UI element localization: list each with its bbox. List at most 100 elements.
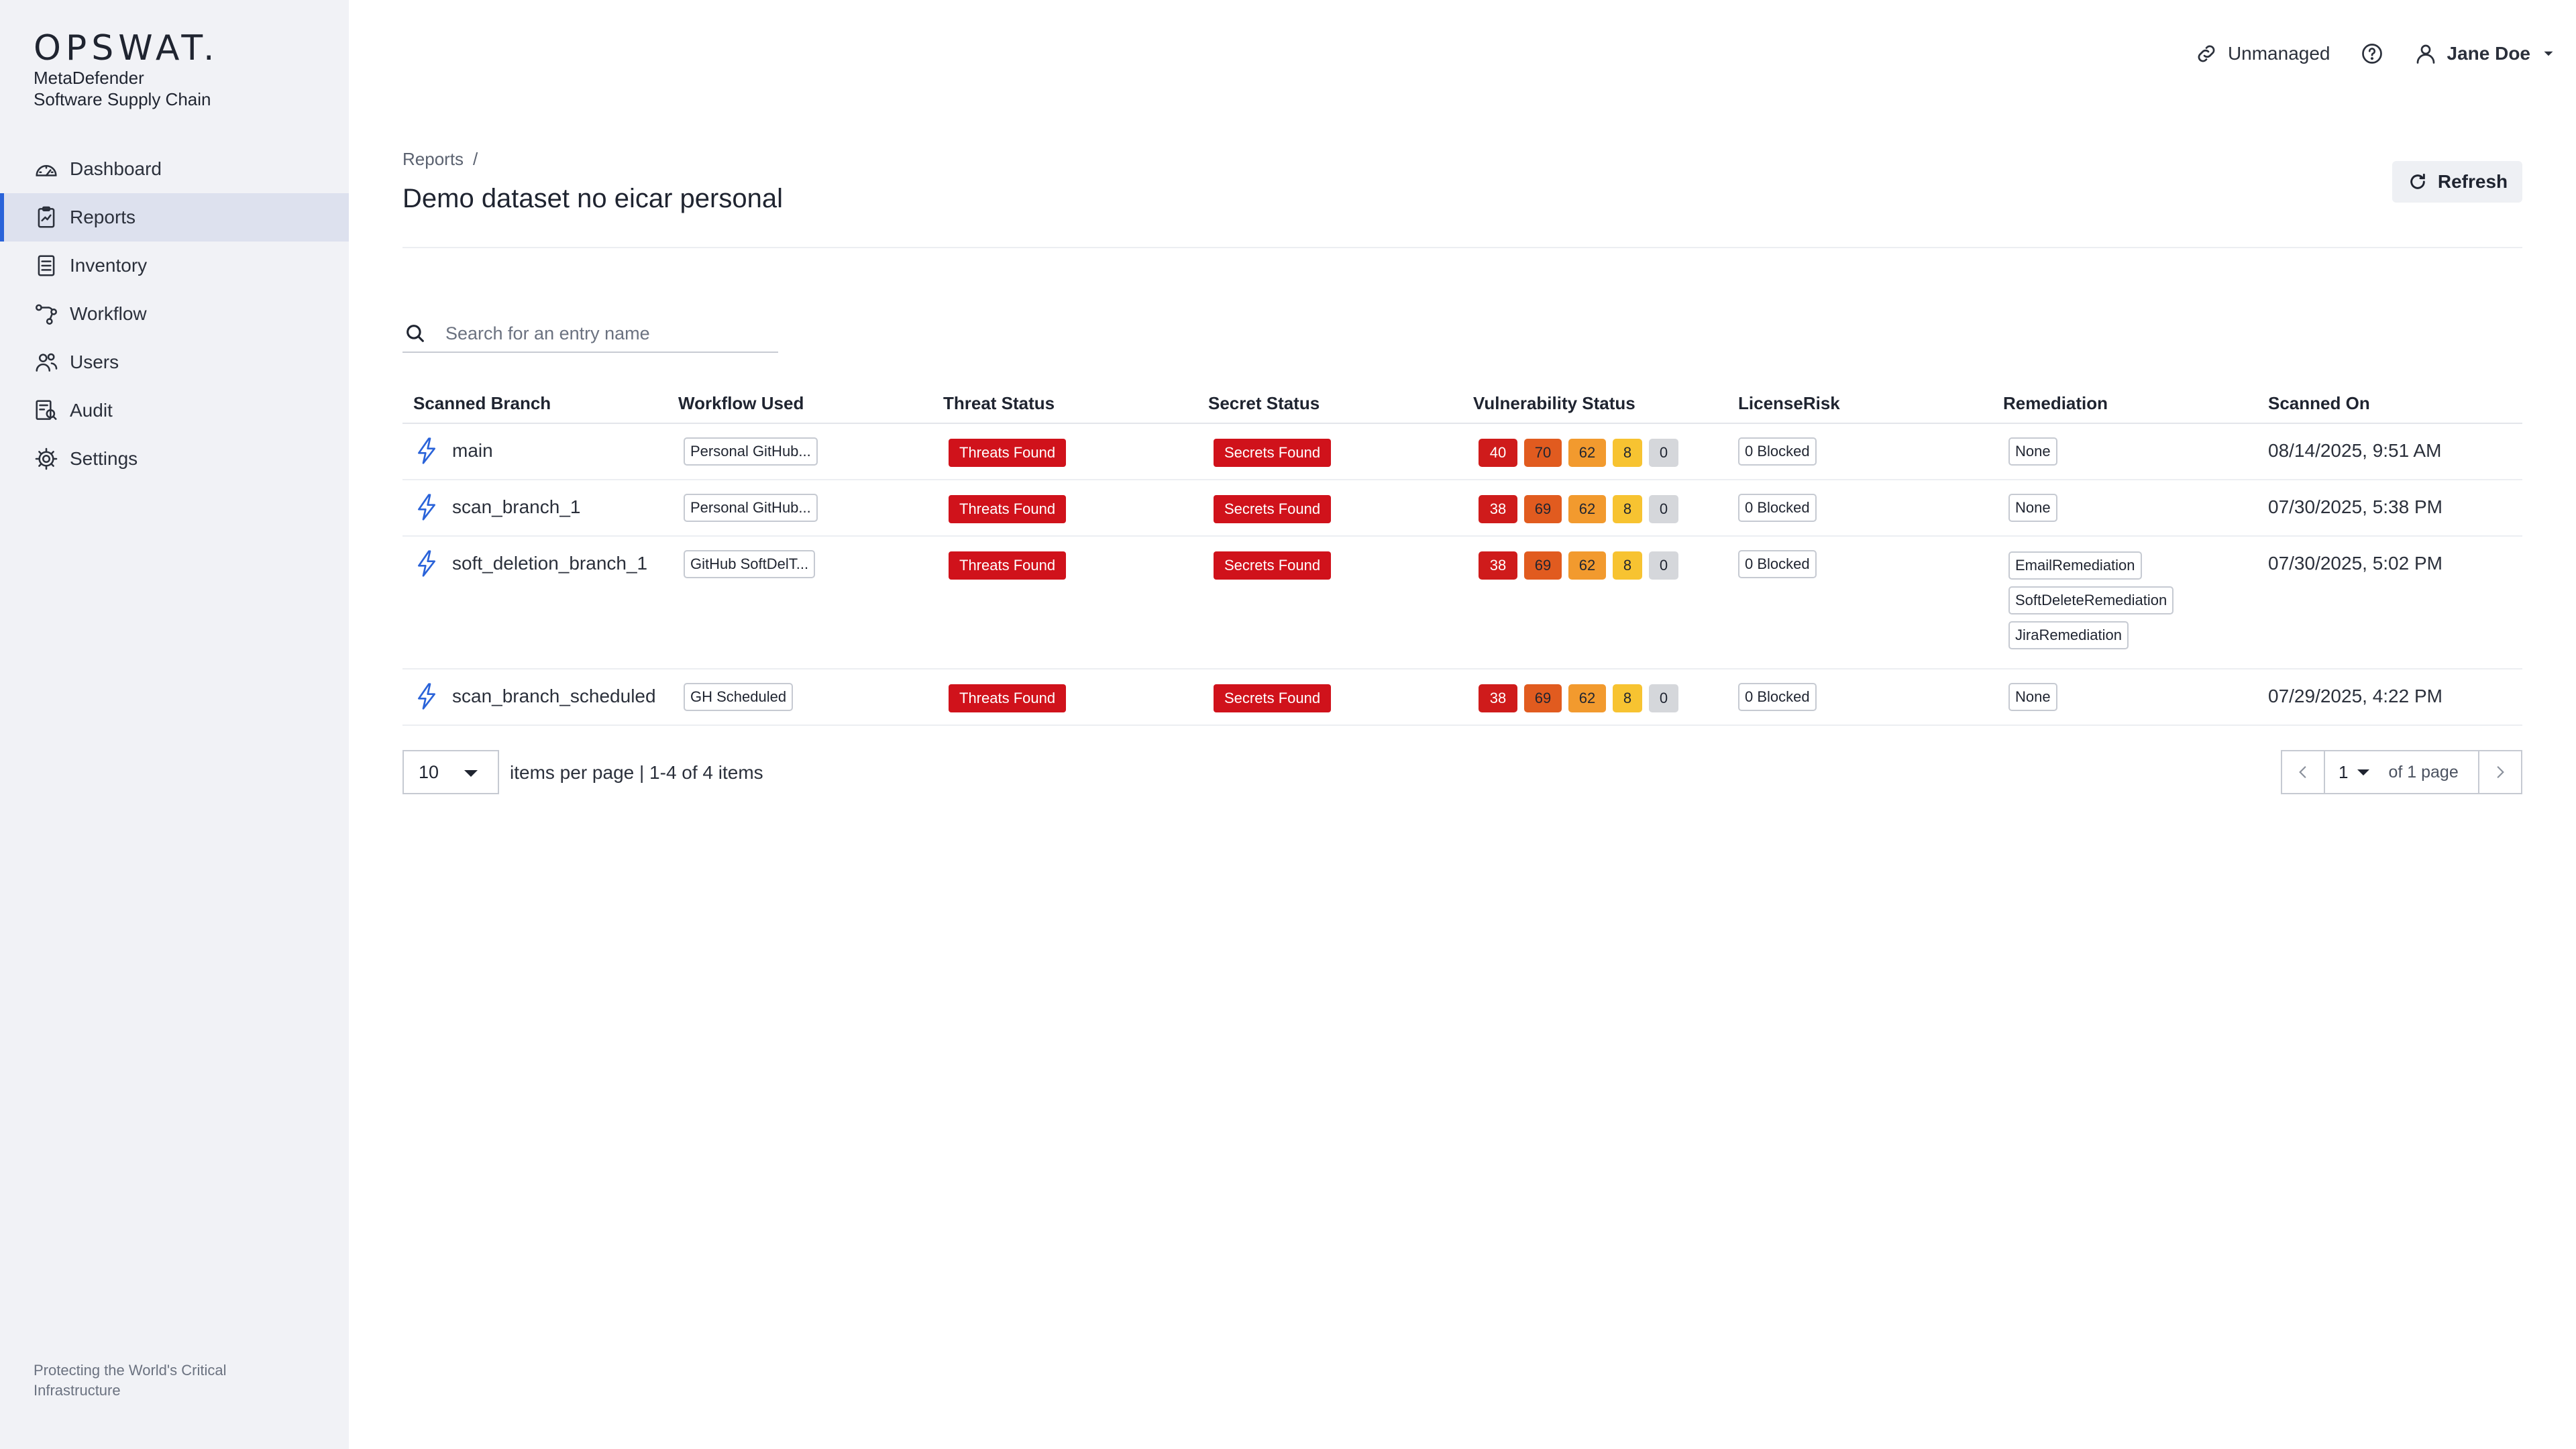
items-per-page-select[interactable]: 10: [402, 750, 499, 794]
workflow-tag[interactable]: Personal GitHub...: [684, 437, 818, 466]
remediation-tag: EmailRemediation: [2008, 551, 2142, 580]
branch-cell[interactable]: scan_branch_1: [413, 490, 667, 525]
table-row[interactable]: scan_branch_scheduled GH Scheduled Threa…: [402, 669, 2522, 726]
workflow-tag[interactable]: GitHub SoftDelT...: [684, 550, 816, 578]
remediation-tag: SoftDeleteRemediation: [2008, 586, 2174, 614]
lightning-bolt-icon: [418, 437, 436, 464]
header-divider: [402, 247, 2522, 248]
vulnerability-counts: 40 70 62 8 0: [1479, 439, 1727, 467]
vuln-high-count: 69: [1524, 551, 1562, 580]
vuln-critical-count: 38: [1479, 551, 1517, 580]
vuln-high-count: 70: [1524, 439, 1562, 467]
remediation-tag: None: [2008, 683, 2057, 711]
table-row[interactable]: soft_deletion_branch_1 GitHub SoftDelT..…: [402, 537, 2522, 669]
license-risk-tag: 0 Blocked: [1738, 437, 1817, 466]
table-row[interactable]: main Personal GitHub... Threats Found Se…: [402, 424, 2522, 480]
threat-status-badge: Threats Found: [949, 439, 1067, 467]
user-icon: [2416, 44, 2434, 64]
workflow-tag[interactable]: GH Scheduled: [684, 683, 794, 711]
branch-name: scan_branch_scheduled: [452, 686, 656, 706]
unmanaged-label: Unmanaged: [2227, 43, 2330, 64]
items-summary: items per page | 1-4 of 4 items: [510, 762, 763, 783]
page-select[interactable]: 1 of 1 page: [2324, 751, 2479, 793]
unmanaged-link[interactable]: Unmanaged: [2194, 42, 2330, 66]
product-name-line1: MetaDefender: [34, 68, 144, 88]
search-box: [402, 315, 778, 353]
remediation-list: None: [2008, 683, 2257, 711]
remediation-tag: JiraRemediation: [2008, 621, 2129, 649]
column-header-vulnerability-status[interactable]: Vulnerability Status: [1462, 393, 1727, 414]
column-header-workflow-used[interactable]: Workflow Used: [667, 393, 932, 414]
sidebar-item-settings[interactable]: Settings: [0, 435, 349, 483]
vuln-medium-count: 62: [1568, 684, 1606, 712]
sidebar-item-reports[interactable]: Reports: [0, 193, 349, 241]
sidebar: OPSWAT. MetaDefender Software Supply Cha…: [0, 0, 349, 1449]
column-header-threat-status[interactable]: Threat Status: [932, 393, 1197, 414]
column-header-remediation[interactable]: Remediation: [1992, 393, 2257, 414]
sidebar-nav: Dashboard Reports Inventory Workflow Use…: [0, 145, 349, 483]
table-row[interactable]: scan_branch_1 Personal GitHub... Threats…: [402, 480, 2522, 537]
search-input[interactable]: [445, 323, 767, 344]
branch-name: scan_branch_1: [452, 496, 581, 517]
column-header-secret-status[interactable]: Secret Status: [1197, 393, 1462, 414]
column-header-scanned-branch[interactable]: Scanned Branch: [402, 393, 667, 414]
secret-status-badge: Secrets Found: [1214, 439, 1332, 467]
workflow-tag[interactable]: Personal GitHub...: [684, 494, 818, 522]
breadcrumb-separator: /: [473, 149, 478, 169]
branch-cell[interactable]: main: [413, 433, 667, 468]
secret-status-badge: Secrets Found: [1214, 684, 1332, 712]
sidebar-item-label: Reports: [70, 207, 136, 227]
vuln-none-count: 0: [1649, 684, 1678, 712]
lightning-bolt-icon: [418, 494, 436, 521]
audit-icon: [36, 400, 57, 420]
lightning-bolt-icon: [418, 550, 436, 577]
sidebar-item-dashboard[interactable]: Dashboard: [0, 145, 349, 193]
sidebar-item-inventory[interactable]: Inventory: [0, 241, 349, 290]
vuln-low-count: 8: [1613, 495, 1642, 523]
branch-cell[interactable]: soft_deletion_branch_1: [413, 546, 667, 581]
scanned-on-date: 08/14/2025, 9:51 AM: [2268, 440, 2442, 461]
workflow-icon: [36, 304, 57, 325]
sidebar-item-audit[interactable]: Audit: [0, 386, 349, 435]
gear-icon: [35, 447, 58, 470]
refresh-button[interactable]: Refresh: [2392, 161, 2522, 203]
branch-cell[interactable]: scan_branch_scheduled: [413, 679, 667, 714]
clipboard-list-icon: [38, 255, 55, 276]
sidebar-item-label: Audit: [70, 400, 113, 421]
remediation-tag: None: [2008, 437, 2057, 466]
reports-table: Scanned Branch Workflow Used Threat Stat…: [402, 384, 2522, 726]
help-icon: [2361, 44, 2382, 64]
branch-name: soft_deletion_branch_1: [452, 553, 648, 574]
column-header-license-risk[interactable]: LicenseRisk: [1727, 393, 1992, 414]
user-name: Jane Doe: [2447, 43, 2531, 64]
vuln-low-count: 8: [1613, 684, 1642, 712]
scanned-on-date: 07/30/2025, 5:38 PM: [2268, 496, 2443, 517]
remediation-list: None: [2008, 437, 2257, 466]
sidebar-item-users[interactable]: Users: [0, 338, 349, 386]
vuln-none-count: 0: [1649, 551, 1678, 580]
table-header: Scanned Branch Workflow Used Threat Stat…: [402, 384, 2522, 424]
page-title: Demo dataset no eicar personal: [402, 184, 783, 213]
sidebar-item-workflow[interactable]: Workflow: [0, 290, 349, 338]
help-button[interactable]: [2360, 42, 2384, 66]
opswat-logo[interactable]: OPSWAT.: [34, 30, 219, 67]
refresh-icon: [2410, 173, 2425, 189]
clipboard-report-icon: [38, 206, 55, 228]
caret-down-icon: [464, 770, 478, 777]
threat-status-badge: Threats Found: [949, 684, 1067, 712]
next-page-button[interactable]: [2479, 751, 2521, 793]
threat-status-badge: Threats Found: [949, 551, 1067, 580]
refresh-label: Refresh: [2437, 171, 2508, 192]
license-risk-tag: 0 Blocked: [1738, 494, 1817, 522]
secret-status-badge: Secrets Found: [1214, 551, 1332, 580]
column-header-scanned-on[interactable]: Scanned On: [2257, 393, 2522, 414]
vuln-none-count: 0: [1649, 439, 1678, 467]
breadcrumb-reports[interactable]: Reports: [402, 149, 464, 169]
previous-page-button[interactable]: [2282, 751, 2324, 793]
vulnerability-counts: 38 69 62 8 0: [1479, 495, 1727, 523]
user-menu[interactable]: Jane Doe: [2414, 42, 2558, 66]
link-icon: [2198, 45, 2215, 62]
product-name-line2: Software Supply Chain: [34, 89, 211, 109]
brand: OPSWAT. MetaDefender Software Supply Cha…: [34, 30, 219, 110]
remediation-list: EmailRemediation SoftDeleteRemediation J…: [2008, 551, 2257, 649]
